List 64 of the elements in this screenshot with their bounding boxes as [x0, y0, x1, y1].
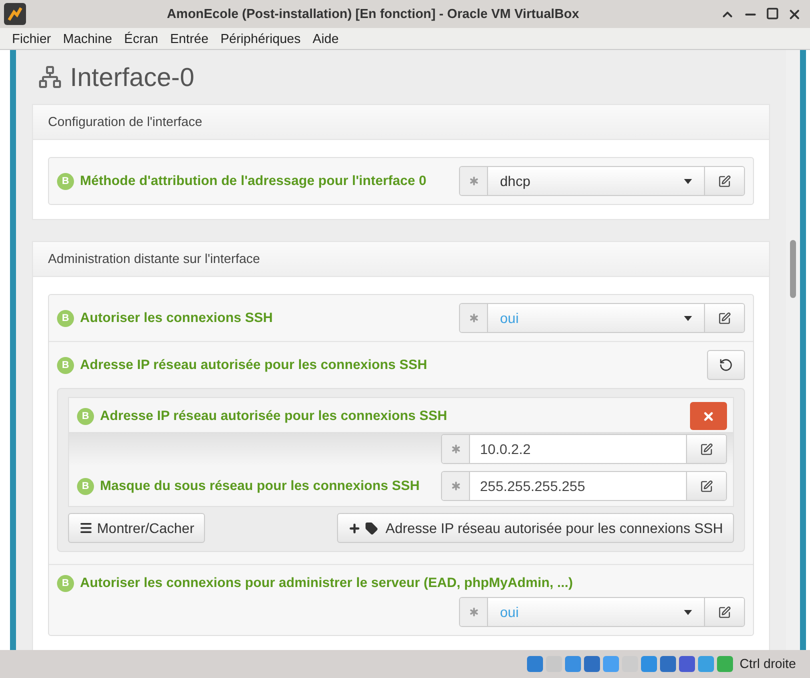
b-badge: B — [57, 574, 74, 592]
scrollbar-thumb[interactable] — [790, 240, 796, 298]
edit-icon — [700, 480, 713, 492]
status-device-icon[interactable] — [640, 656, 657, 672]
field-label: Autoriser les connexions SSH — [80, 308, 273, 327]
reset-button[interactable] — [707, 350, 745, 380]
add-button[interactable]: Adresse IP réseau autorisée pour les connexions SSH — [336, 513, 734, 543]
section-title: Administration distante sur l'interface — [48, 250, 260, 268]
remove-button[interactable] — [690, 402, 727, 430]
input-value: 10.0.2.2 — [480, 440, 531, 458]
menu-item[interactable]: Fichier — [8, 28, 56, 48]
b-badge: B — [77, 408, 94, 424]
menu-item[interactable]: Aide — [308, 28, 343, 48]
b-badge: B — [57, 310, 74, 326]
show-hide-button[interactable]: Montrer/Cacher — [68, 513, 206, 543]
field-label: Méthode d'attribution de l'adressage pour l'interface 0 — [80, 172, 426, 190]
plus-icon — [348, 522, 360, 534]
maximize-icon[interactable] — [766, 6, 779, 20]
menu-item[interactable]: Écran — [120, 28, 162, 48]
select-value: oui — [500, 308, 519, 328]
status-device-icon[interactable] — [698, 656, 714, 672]
b-badge: B — [77, 478, 94, 494]
b-badge: B — [57, 356, 74, 374]
status-device-icon[interactable] — [678, 656, 695, 672]
select-value: oui — [500, 602, 519, 622]
select-field[interactable]: dhcp — [459, 166, 745, 196]
edit-button[interactable] — [686, 472, 726, 500]
input-value: 255.255.255.255 — [480, 476, 586, 496]
menu-icon — [79, 521, 93, 535]
reset-icon — [719, 358, 733, 372]
section-title: Configuration de l'interface — [48, 113, 202, 132]
page-title: Interface-0 — [70, 60, 194, 94]
edit-icon — [700, 442, 713, 456]
network-icon — [38, 65, 62, 89]
b-badge: B — [57, 172, 74, 190]
edit-icon — [718, 606, 731, 619]
edit-button[interactable] — [704, 304, 744, 332]
input-field[interactable]: 255.255.255.255 — [441, 471, 727, 501]
menu-item[interactable]: Machine — [59, 28, 116, 48]
edit-button[interactable] — [704, 598, 744, 626]
field-label: Masque du sous réseau pour les connexions SSH — [100, 476, 420, 495]
app-logo-icon — [4, 3, 26, 25]
edit-button[interactable] — [704, 167, 744, 195]
caret-icon — [684, 316, 692, 320]
caret-icon — [684, 178, 692, 184]
caret-icon — [684, 610, 692, 615]
edit-button[interactable] — [686, 435, 726, 463]
field-label: Adresse IP réseau autorisée pour les connexions SSH — [80, 356, 428, 374]
edit-icon — [718, 174, 731, 188]
field-label: Autoriser les connexions pour administrer le serveur (EAD, phpMyAdmin, ...) — [80, 574, 573, 592]
status-device-icon[interactable] — [526, 656, 543, 672]
tag-icon — [364, 522, 378, 534]
status-device-icon[interactable] — [660, 656, 676, 672]
menu-item[interactable]: Périphériques — [216, 28, 305, 48]
close-icon — [702, 410, 715, 422]
edit-icon — [718, 312, 731, 324]
status-device-icon[interactable] — [564, 656, 581, 672]
status-device-icon[interactable] — [584, 656, 600, 672]
window-title: AmonEcole (Post-installation) [En fonction] - Oracle VM VirtualBox — [166, 5, 580, 24]
host-key-label: Ctrl droite — [740, 655, 796, 674]
input-field[interactable]: 10.0.2.2 — [441, 434, 727, 464]
menu-item[interactable]: Entrée — [166, 28, 212, 48]
field-label: Adresse IP réseau autorisée pour les connexions SSH — [100, 406, 448, 425]
select-value: dhcp — [500, 172, 530, 191]
